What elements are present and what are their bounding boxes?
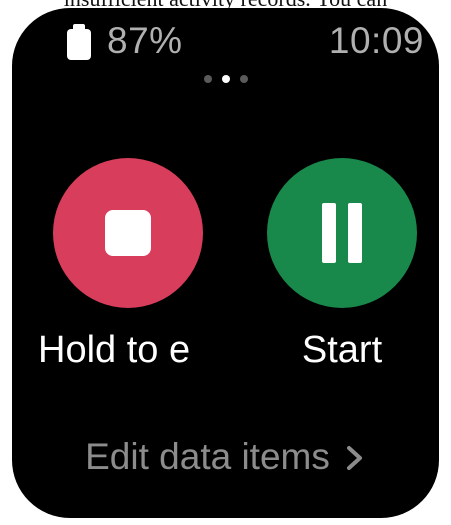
battery-icon	[67, 24, 91, 60]
battery-percent: 87%	[107, 20, 183, 61]
start-label: Start	[301, 329, 383, 371]
pause-bar-right	[348, 203, 362, 263]
edit-data-items-label: Edit data items	[85, 436, 330, 477]
battery-body	[67, 29, 91, 60]
status-bar: 87% 10:09	[12, 8, 439, 68]
watch-screen: 87% 10:09 Hold to e Start Edit data item…	[12, 8, 439, 518]
clock-time: 10:09	[328, 20, 424, 61]
end-workout-button[interactable]	[53, 158, 203, 308]
pause-bar-left	[322, 203, 336, 263]
start-button[interactable]	[267, 158, 417, 308]
stop-icon	[105, 210, 151, 256]
page-dot-2	[221, 75, 230, 83]
chevron-right-icon	[346, 446, 362, 470]
page: insufficient activity records. You can 8…	[0, 0, 451, 525]
page-dot-3	[239, 75, 248, 83]
end-workout-label: Hold to e	[38, 329, 191, 371]
page-dot-1	[203, 75, 212, 83]
pause-icon	[322, 203, 362, 263]
page-indicator	[12, 75, 439, 85]
edit-data-items-link[interactable]: Edit data items	[12, 433, 439, 481]
